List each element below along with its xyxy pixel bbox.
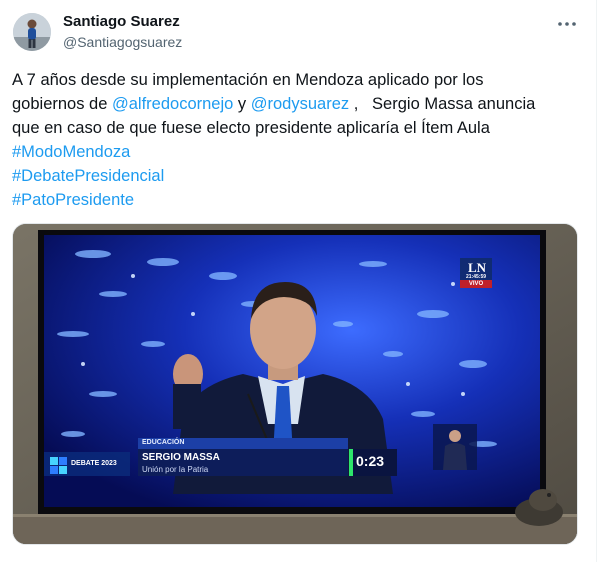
tweet-line: que en caso de que fuese electo presiden… — [12, 119, 490, 137]
more-options-button[interactable] — [556, 13, 578, 35]
author-name[interactable]: Santiago Suarez — [63, 13, 180, 30]
tweet-text-segment: , Sergio Massa anuncia — [349, 95, 536, 113]
speaking-timer: 0:23 — [356, 453, 385, 469]
author-handle[interactable]: @Santiagogsuarez — [63, 34, 182, 50]
mention-alfredocornejo[interactable]: @alfredocornejo — [112, 95, 233, 113]
tweet-line: A 7 años desde su implementación en Mend… — [12, 71, 484, 89]
tv-photo — [13, 224, 577, 544]
hashtag-modomendoza[interactable]: #ModoMendoza — [12, 140, 582, 164]
speaker-party: Unión por la Patria — [142, 465, 209, 474]
tweet-media-image[interactable]: LN 21:45:59 VIVO DEBATE 2023 EDUCACIÓN S… — [12, 223, 578, 545]
tweet-line: gobiernos de @alfredocornejo y @rodysuar… — [12, 92, 582, 116]
tweet-card: Santiago Suarez @Santiagogsuarez A 7 año… — [0, 0, 596, 562]
section-label: EDUCACIÓN — [142, 439, 185, 446]
tweet-text-segment: y — [233, 95, 251, 113]
hashtag-debatepresidencial[interactable]: #DebatePresidencial — [12, 164, 582, 188]
speaker-name: SERGIO MASSA — [142, 452, 220, 463]
timeline-divider — [596, 0, 597, 562]
avatar-photo — [13, 13, 51, 51]
more-horizontal-icon — [558, 22, 576, 26]
channel-time: 21:45:59 — [465, 274, 486, 280]
avatar[interactable] — [13, 13, 51, 51]
event-label: DEBATE 2023 — [71, 460, 117, 467]
tweet-text-segment: gobiernos de — [12, 95, 112, 113]
hashtag-patopresidente[interactable]: #PatoPresidente — [12, 188, 582, 212]
tweet-text: A 7 años desde su implementación en Mend… — [12, 68, 582, 212]
mention-rodysuarez[interactable]: @rodysuarez — [251, 95, 349, 113]
channel-live-badge: VIVO — [468, 281, 484, 287]
